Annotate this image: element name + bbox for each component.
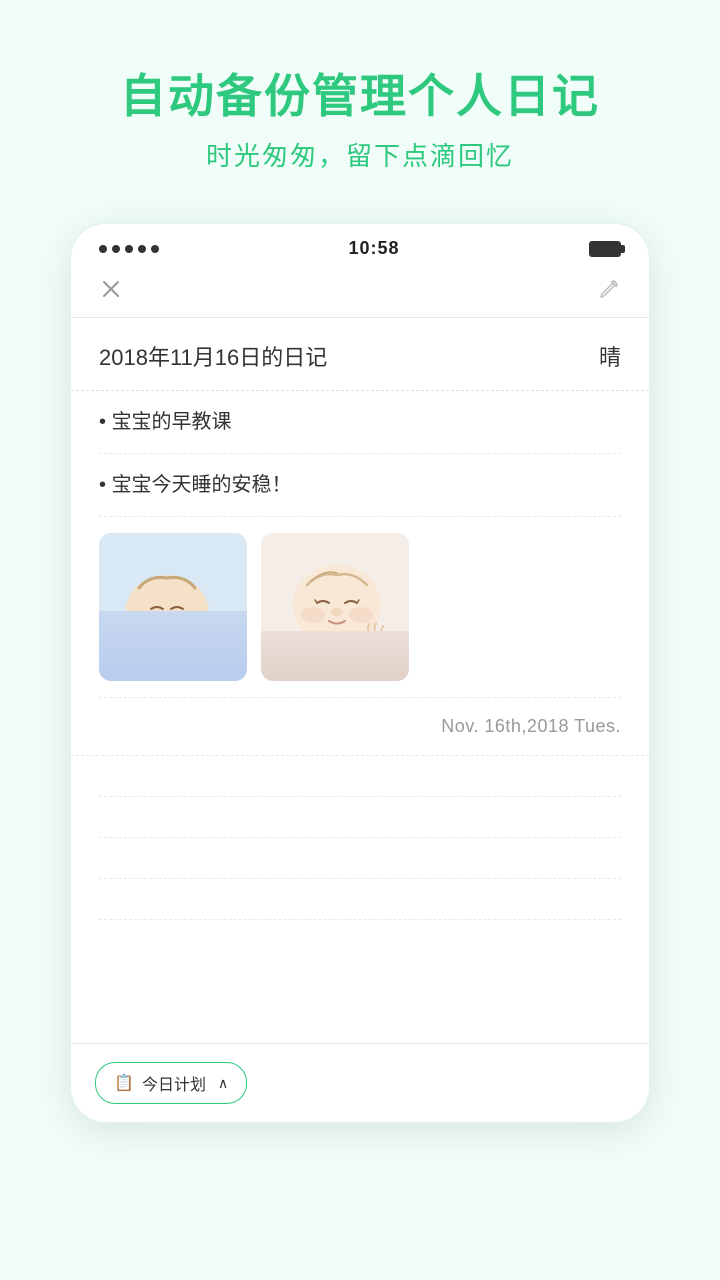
diary-date-row: Nov. 16th,2018 Tues. bbox=[71, 698, 649, 756]
signal-dots bbox=[99, 245, 159, 253]
dot-3 bbox=[125, 245, 133, 253]
sub-title: 时光匆匆，留下点滴回忆 bbox=[120, 136, 600, 173]
battery-fill bbox=[591, 243, 619, 255]
diary-content: 2018年11月16日的日记 晴 宝宝的早教课 宝宝今天睡的安稳！ bbox=[71, 318, 649, 1043]
close-button[interactable] bbox=[95, 273, 127, 305]
dot-1 bbox=[99, 245, 107, 253]
diary-lines: 宝宝的早教课 宝宝今天睡的安稳！ bbox=[71, 391, 649, 698]
diary-title-row: 2018年11月16日的日记 晴 bbox=[71, 318, 649, 391]
plan-label: 今日计划 bbox=[142, 1071, 206, 1095]
status-time: 10:58 bbox=[348, 238, 399, 259]
bottom-bar: 📋 今日计划 ∧ bbox=[71, 1043, 649, 1122]
dot-5 bbox=[151, 245, 159, 253]
status-bar: 10:58 bbox=[71, 224, 649, 265]
diary-item-1: 宝宝的早教课 bbox=[99, 391, 621, 454]
baby-photo-2 bbox=[261, 533, 409, 681]
photos-row bbox=[99, 517, 621, 698]
weather-badge: 晴 bbox=[599, 340, 621, 372]
empty-line-4 bbox=[99, 879, 621, 920]
edit-button[interactable] bbox=[593, 273, 625, 305]
empty-line-2 bbox=[99, 797, 621, 838]
plan-arrow-icon: ∧ bbox=[218, 1075, 228, 1092]
empty-line-3 bbox=[99, 838, 621, 879]
empty-lines bbox=[71, 756, 649, 920]
phone-mockup: 10:58 2018年11月16日的日记 晴 宝宝 bbox=[70, 223, 650, 1123]
baby-photo-1 bbox=[99, 533, 247, 681]
dot-2 bbox=[112, 245, 120, 253]
plan-icon: 📋 bbox=[114, 1073, 134, 1093]
main-title: 自动备份管理个人日记 bbox=[120, 60, 600, 126]
today-plan-button[interactable]: 📋 今日计划 ∧ bbox=[95, 1062, 247, 1104]
diary-item-2: 宝宝今天睡的安稳！ bbox=[99, 454, 621, 517]
toolbar bbox=[71, 265, 649, 318]
page-header: 自动备份管理个人日记 时光匆匆，留下点滴回忆 bbox=[120, 60, 600, 173]
battery-icon bbox=[589, 241, 621, 257]
empty-line-1 bbox=[99, 756, 621, 797]
dot-4 bbox=[138, 245, 146, 253]
diary-title: 2018年11月16日的日记 bbox=[99, 340, 327, 372]
diary-date: Nov. 16th,2018 Tues. bbox=[441, 716, 621, 737]
